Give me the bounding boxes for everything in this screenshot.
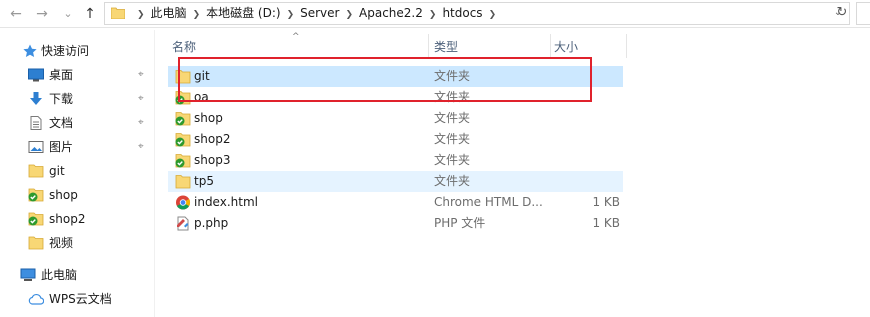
- file-type: 文件夹: [434, 111, 471, 125]
- sidebar-item-this-pc[interactable]: 此电脑: [0, 264, 155, 286]
- file-name: shop: [194, 111, 223, 125]
- folder-icon: [175, 175, 191, 189]
- sidebar-item-videos[interactable]: 视频: [0, 232, 155, 254]
- file-name: shop2: [194, 132, 231, 146]
- document-icon: [30, 116, 42, 130]
- sidebar-item-label: 视频: [49, 236, 74, 250]
- file-type: 文件夹: [434, 174, 471, 188]
- file-row-tp5[interactable]: tp5 文件夹: [168, 171, 623, 192]
- sidebar-item-shop2[interactable]: shop2: [0, 208, 155, 230]
- folder-icon: [28, 164, 44, 178]
- highlight-annotation-box: [178, 57, 592, 102]
- forward-button[interactable]: →: [32, 4, 52, 24]
- breadcrumb: ❯ 此电脑 ❯ 本地磁盘 (D:) ❯ Server ❯ Apache2.2 ❯ htdocs ❯: [137, 6, 497, 20]
- file-name: tp5: [194, 174, 214, 188]
- breadcrumb-item-drive-d[interactable]: 本地磁盘 (D:): [206, 6, 280, 20]
- folder-sync-icon: [175, 133, 191, 147]
- breadcrumb-item-apache[interactable]: Apache2.2: [359, 6, 423, 20]
- desktop-icon: [28, 68, 44, 82]
- column-header-size[interactable]: 大小: [554, 36, 624, 58]
- sidebar-item-wps-cloud[interactable]: WPS云文档: [0, 288, 155, 310]
- address-input[interactable]: ❯ 此电脑 ❯ 本地磁盘 (D:) ❯ Server ❯ Apache2.2 ❯ htdocs ❯ …: [104, 2, 850, 25]
- file-size: 1 KB: [592, 195, 620, 209]
- file-type: PHP 文件: [434, 216, 486, 230]
- pin-icon[interactable]: ⌖: [138, 88, 144, 110]
- sidebar-item-downloads[interactable]: 下载 ⌖: [0, 88, 155, 110]
- cloud-icon: [28, 293, 44, 305]
- sidebar-item-label: shop2: [49, 212, 86, 226]
- breadcrumb-item-this-pc[interactable]: 此电脑: [151, 6, 187, 20]
- file-type: 文件夹: [434, 153, 471, 167]
- sidebar-item-label: 此电脑: [41, 268, 78, 282]
- up-arrow-icon: ↑: [84, 6, 96, 22]
- up-button[interactable]: ↑: [80, 4, 100, 24]
- sidebar-item-label: 图片: [49, 140, 74, 154]
- search-input[interactable]: [856, 2, 870, 25]
- back-button[interactable]: ←: [6, 4, 26, 24]
- sidebar-item-label: 桌面: [49, 68, 74, 82]
- file-row-shop[interactable]: shop 文件夹: [168, 108, 623, 129]
- folder-sync-icon: [28, 212, 44, 226]
- sidebar-item-label: 文档: [49, 116, 74, 130]
- folder-sync-icon: [175, 112, 191, 126]
- breadcrumb-item-htdocs[interactable]: htdocs: [442, 6, 482, 20]
- refresh-icon: ↻: [836, 5, 848, 20]
- sidebar-item-label: git: [49, 164, 65, 178]
- pin-icon[interactable]: ⌖: [138, 112, 144, 134]
- recent-locations-button[interactable]: ⌄: [58, 4, 78, 24]
- file-size: 1 KB: [592, 216, 620, 230]
- folder-icon: [111, 7, 125, 19]
- sidebar-item-pictures[interactable]: 图片 ⌖: [0, 136, 155, 158]
- file-type: Chrome HTML D...: [434, 195, 543, 209]
- column-header-name[interactable]: 名称: [172, 36, 428, 58]
- back-arrow-icon: ←: [10, 6, 22, 22]
- chrome-icon: [176, 195, 190, 210]
- forward-arrow-icon: →: [36, 6, 48, 22]
- sidebar-item-label: shop: [49, 188, 78, 202]
- file-name: index.html: [194, 195, 258, 209]
- file-row-p-php[interactable]: p.php PHP 文件 1 KB: [168, 213, 623, 234]
- pin-icon[interactable]: ⌖: [138, 136, 144, 158]
- column-header-type[interactable]: 类型: [434, 36, 550, 58]
- download-icon: [30, 92, 42, 105]
- star-icon: [23, 44, 37, 57]
- sidebar-item-git[interactable]: git: [0, 160, 155, 182]
- address-bar-region: ← → ⌄ ↑ ❯ 此电脑 ❯ 本地磁盘 (D:) ❯ Server ❯ Apache2.2 ❯…: [0, 0, 870, 28]
- folder-sync-icon: [28, 188, 44, 202]
- breadcrumb-item-server[interactable]: Server: [300, 6, 339, 20]
- file-row-index-html[interactable]: index.html Chrome HTML D... 1 KB: [168, 192, 623, 213]
- chevron-down-icon: ⌄: [63, 7, 73, 20]
- php-file-icon: [177, 216, 189, 231]
- file-row-shop2[interactable]: shop2 文件夹: [168, 129, 623, 150]
- sidebar-item-documents[interactable]: 文档 ⌖: [0, 112, 155, 134]
- sidebar-item-desktop[interactable]: 桌面 ⌖: [0, 64, 155, 86]
- computer-icon: [20, 268, 36, 281]
- folder-icon: [28, 236, 44, 250]
- sidebar-item-quick-access[interactable]: 快速访问: [0, 40, 155, 62]
- file-row-shop3[interactable]: shop3 文件夹: [168, 150, 623, 171]
- sort-ascending-icon: ^: [292, 32, 300, 42]
- refresh-button[interactable]: ↻: [833, 4, 851, 22]
- folder-sync-icon: [175, 154, 191, 168]
- file-name: p.php: [194, 216, 229, 230]
- file-type: 文件夹: [434, 132, 471, 146]
- pin-icon[interactable]: ⌖: [138, 64, 144, 86]
- navigation-pane: 快速访问 桌面 ⌖ 下载 ⌖ 文档 ⌖ 图片 ⌖ git shop shop2 …: [0, 30, 155, 317]
- file-name: shop3: [194, 153, 231, 167]
- sidebar-item-shop[interactable]: shop: [0, 184, 155, 206]
- sidebar-item-label: WPS云文档: [49, 292, 112, 306]
- sidebar-item-label: 下载: [49, 92, 74, 106]
- picture-icon: [28, 141, 44, 153]
- sidebar-item-label: 快速访问: [41, 44, 90, 58]
